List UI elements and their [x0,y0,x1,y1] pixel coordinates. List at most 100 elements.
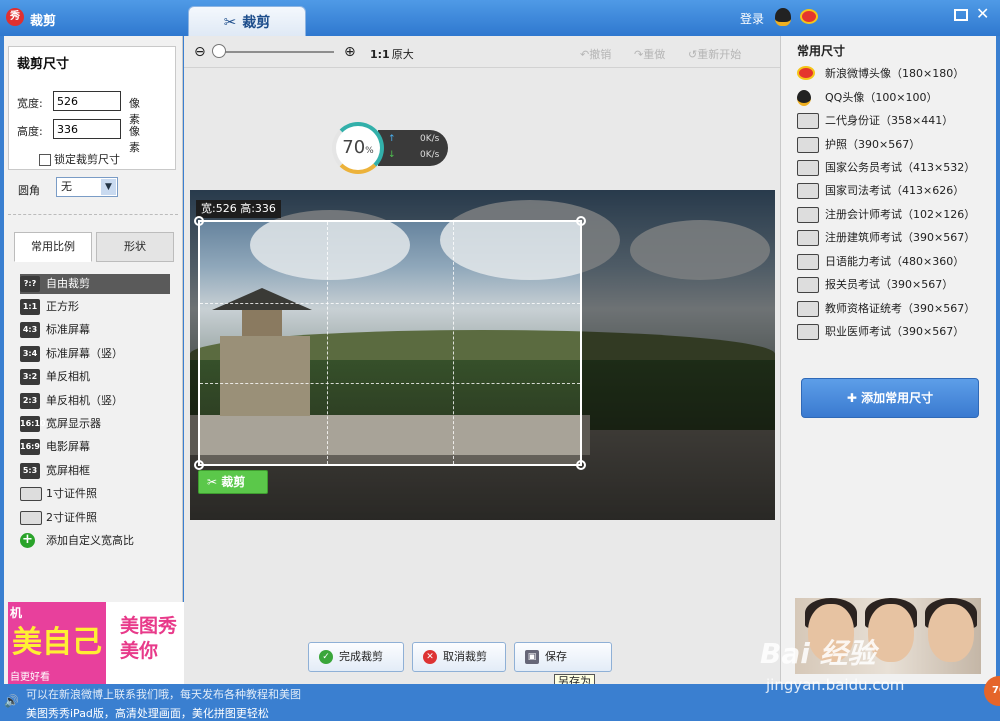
preset-label: 国家公务员考试（413×532） [825,161,976,174]
redo-icon: ↷ [634,48,644,61]
restart-label: 重新开始 [697,48,742,61]
canvas-area: ⊖ ⊕ 1:1 原大 ↶撤销 ↷重做 ↺重新开始 ↑ 0K/s ↓ 0K/s 70… [184,36,780,690]
tab-crop-label: 裁剪 [242,15,271,31]
ratio-3-2-icon: 3:2 [20,369,40,385]
ratio-item-3-2[interactable]: 3:2 单反相机 [20,367,170,387]
original-size-button[interactable]: 1:1 原大 [370,46,414,62]
preset-label: 报关员考试（390×567） [825,278,954,291]
resize-handle-tr[interactable] [576,216,586,226]
speed-percent: 70 [342,137,366,158]
ratio-2-3-icon: 2:3 [20,393,40,409]
ratio-label: 电影屏幕 [46,440,90,453]
ratio-5-3-icon: 5:3 [20,463,40,479]
qq-icon[interactable] [775,8,791,26]
corner-value: 无 [61,180,72,193]
lock-size-checkbox[interactable]: 锁定裁剪尺寸 [39,151,120,167]
preset-label: 新浪微博头像（180×180） [825,67,965,80]
lock-size-label: 锁定裁剪尺寸 [54,153,120,166]
ratio-item-4-3[interactable]: 4:3 标准屏幕 [20,320,170,340]
preset-item[interactable]: 日语能力考试（480×360） [797,252,997,272]
ratio-item-2-3[interactable]: 2:3 单反相机（竖） [20,391,170,411]
preset-item[interactable]: 注册建筑师考试（390×567） [797,228,997,248]
zoom-slider[interactable] [216,51,334,53]
resize-handle-br[interactable] [576,460,586,470]
redo-button[interactable]: ↷重做 [634,46,665,62]
ratio-item-square[interactable]: 1:1 正方形 [20,297,170,317]
add-preset-button[interactable]: ✚ 添加常用尺寸 [801,378,979,418]
speaker-icon[interactable]: 🔊 [4,694,19,708]
tab-common-ratio[interactable]: 常用比例 [14,232,92,262]
download-speed: 0K/s [420,150,440,160]
width-input[interactable] [53,91,121,111]
resize-handle-bl[interactable] [194,460,204,470]
status-line-2[interactable]: 美图秀秀iPad版，高清处理画面，美化拼图更轻松 [26,705,269,721]
weibo-icon[interactable] [800,9,818,24]
original-size-label: 原大 [391,48,414,61]
add-custom-ratio[interactable]: + 添加自定义宽高比 [20,531,170,551]
ratio-label: 自由裁剪 [46,277,90,290]
ratio-item-16-9[interactable]: 16:9 电影屏幕 [20,437,170,457]
corner-select[interactable]: 无 ▼ [56,177,118,197]
floppy-disk-icon: ▣ [525,650,539,664]
preset-item[interactable]: 国家公务员考试（413×532） [797,158,997,178]
ratio-label: 宽屏显示器 [46,417,101,430]
undo-icon: ↶ [580,48,590,61]
cancel-crop-button[interactable]: ✕ 取消裁剪 [412,642,506,672]
close-button[interactable]: ✕ [976,4,989,23]
preset-item[interactable]: 新浪微博头像（180×180） [797,64,997,84]
zoom-slider-knob[interactable] [212,44,226,58]
preset-item[interactable]: 报关员考试（390×567） [797,275,997,295]
resize-handle-tl[interactable] [194,216,204,226]
restart-icon: ↺ [688,48,698,61]
watermark-url: jingyan.baidu.com [766,676,905,694]
preset-item[interactable]: QQ头像（100×100） [797,88,997,108]
crop-selection-box[interactable] [194,216,586,470]
camera-icon [797,324,819,340]
preset-item[interactable]: 教师资格证统考（390×567） [797,299,997,319]
preset-item[interactable]: 二代身份证（358×441） [797,111,997,131]
crop-apply-button[interactable]: ✂ 裁剪 [198,470,268,494]
ratio-item-free[interactable]: ?:? 自由裁剪 [20,274,170,294]
restart-button[interactable]: ↺重新开始 [688,46,741,62]
presets-title: 常用尺寸 [797,44,846,58]
upload-speed: 0K/s [420,134,440,144]
status-line-1[interactable]: 可以在新浪微博上联系我们哦，每天发布各种教程和美图 [26,686,301,702]
speed-percent-ring: 70% [332,122,384,174]
tab-shape[interactable]: 形状 [96,232,174,262]
preset-label: QQ头像（100×100） [825,91,938,104]
ratio-item-1-inch[interactable]: 1寸证件照 [20,484,170,504]
login-link[interactable]: 登录 [740,10,764,27]
undo-label: 撤销 [589,48,612,61]
weibo-icon [797,66,815,80]
undo-button[interactable]: ↶撤销 [580,46,611,62]
ad-face [928,604,974,662]
scissors-icon: ✂ [223,13,237,31]
preset-item[interactable]: 注册会计师考试（102×126） [797,205,997,225]
chevron-down-icon: ▼ [101,179,116,195]
ratio-label: 单反相机（竖） [46,394,123,407]
ratio-item-3-4[interactable]: 3:4 标准屏幕（竖） [20,344,170,364]
ratio-item-2-inch[interactable]: 2寸证件照 [20,508,170,528]
preset-item[interactable]: 护照（390×567） [797,135,997,155]
save-button[interactable]: ▣ 保存 [514,642,612,672]
ad-banner-left[interactable]: 美自己 机 自更好看 美图秀 美你 [8,602,184,684]
height-input[interactable] [53,119,121,139]
ad-line-2: 美你 [120,640,159,662]
maximize-button[interactable] [954,9,968,21]
width-label: 宽度: [17,97,43,110]
network-speed-widget: ↑ 0K/s ↓ 0K/s 70% [332,122,448,174]
ratio-label: 2寸证件照 [46,511,97,524]
finish-crop-button[interactable]: ✓ 完成裁剪 [308,642,404,672]
plus-icon: ✚ [846,391,862,405]
app-logo-icon: 秀 [6,8,24,26]
zoom-out-icon[interactable]: ⊖ [194,44,206,60]
ratio-item-16-10[interactable]: 16:10 宽屏显示器 [20,414,170,434]
ratio-item-5-3[interactable]: 5:3 宽屏相框 [20,461,170,481]
ratio-4-3-icon: 4:3 [20,322,40,338]
preset-item[interactable]: 国家司法考试（413×626） [797,181,997,201]
tab-crop[interactable]: ✂ 裁剪 [188,6,306,36]
preset-item[interactable]: 职业医师考试（390×567） [797,322,997,342]
zoom-in-icon[interactable]: ⊕ [344,44,356,60]
ratio-3-4-icon: 3:4 [20,346,40,362]
title-bar: 秀 裁剪 ✂ 裁剪 登录 ✕ [0,0,1000,36]
